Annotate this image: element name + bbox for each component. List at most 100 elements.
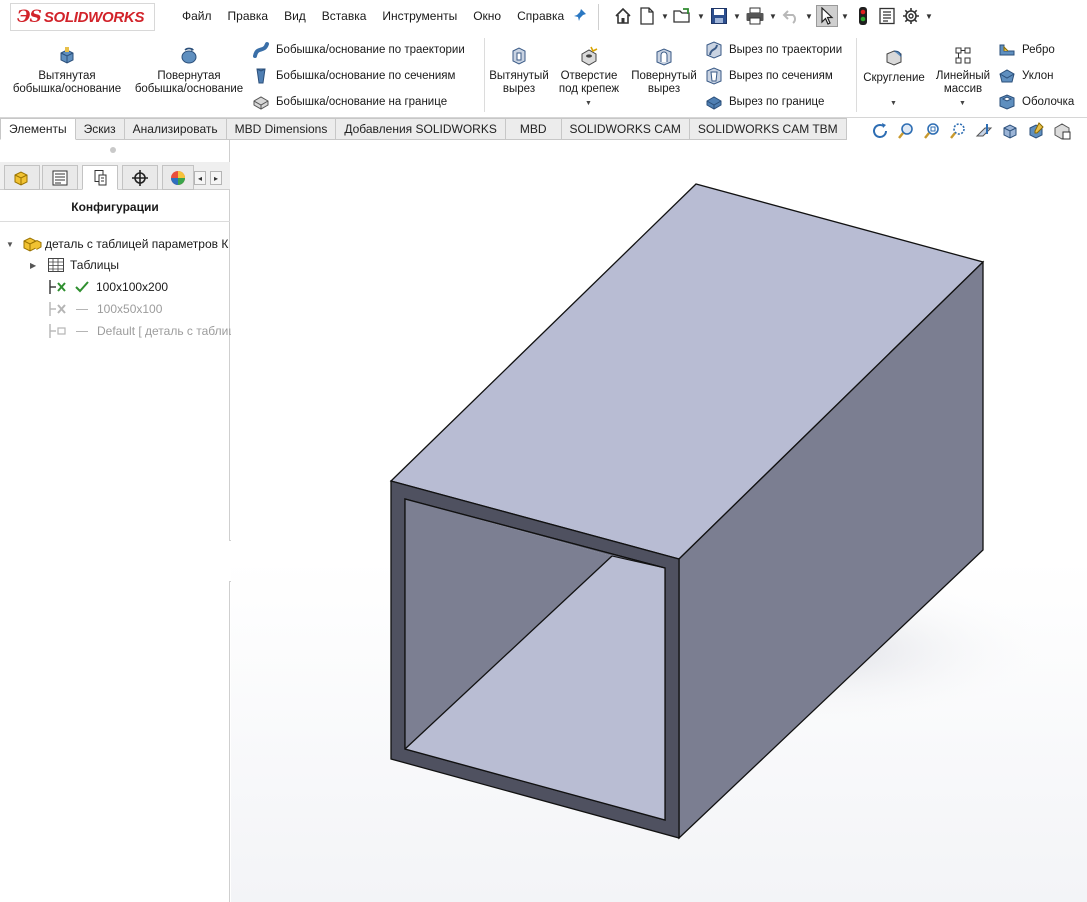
menu-window[interactable]: Окно xyxy=(465,9,509,23)
options-gear-icon[interactable] xyxy=(900,5,922,27)
revolved-cut-button[interactable]: Повернутый вырез xyxy=(628,46,700,96)
lofted-cut-button[interactable]: Вырез по сечениям xyxy=(705,67,833,85)
fillet-button[interactable]: Скругление xyxy=(860,48,928,85)
tab-display-manager[interactable] xyxy=(162,165,194,190)
expand-chevron-right-icon[interactable]: ▶ xyxy=(30,261,40,270)
solidworks-window: ЭS SOLIDWORKS Файл Правка Вид Вставка Ин… xyxy=(0,0,1087,902)
config-row[interactable]: 100x50x100 xyxy=(48,301,162,317)
fillet-label: Скругление xyxy=(863,72,925,84)
menu-help[interactable]: Справка xyxy=(509,9,572,23)
undo-icon[interactable] xyxy=(780,5,802,27)
linear-pattern-button[interactable]: Линейный массив xyxy=(930,46,996,96)
swept-cut-button[interactable]: Вырез по траектории xyxy=(705,41,842,59)
menu-edit[interactable]: Правка xyxy=(220,9,277,23)
logo-text: SOLIDWORKS xyxy=(43,8,145,26)
hole-wizard-icon xyxy=(581,46,598,66)
tab-evaluate[interactable]: Анализировать xyxy=(124,118,227,140)
lofted-boss-button[interactable]: Бобышка/основание по сечениям xyxy=(252,67,455,85)
tab-mbd[interactable]: MBD xyxy=(505,118,562,140)
menu-insert[interactable]: Вставка xyxy=(314,9,375,23)
tab-solidworks-cam[interactable]: SOLIDWORKS CAM xyxy=(561,118,690,140)
config-row-active[interactable]: 100x100x200 xyxy=(48,279,168,295)
boundary-cut-button[interactable]: Вырез по границе xyxy=(705,93,824,111)
configuration-manager-panel: ◂ ▸ Конфигурации ▼ деталь с таблицей пар… xyxy=(0,140,235,902)
section-view-icon[interactable] xyxy=(974,121,993,140)
undo-dropdown-chevron-down-icon[interactable]: ▼ xyxy=(804,12,814,21)
rib-label: Ребро xyxy=(1022,44,1055,56)
select-icon[interactable] xyxy=(816,5,838,27)
tabs-scroll-left-icon[interactable]: ◂ xyxy=(194,171,206,185)
extruded-cut-button[interactable]: Вытянутый вырез xyxy=(488,46,550,96)
dimxpert-icon xyxy=(132,169,148,186)
revolved-boss-button[interactable]: Повернутая бобышка/основание xyxy=(130,46,248,96)
new-dropdown-chevron-down-icon[interactable]: ▼ xyxy=(660,12,670,21)
tab-solidworks-addins[interactable]: Добавления SOLIDWORKS xyxy=(336,118,506,140)
fillet-chevron-down-icon[interactable]: ▼ xyxy=(890,100,897,107)
panel-grip[interactable] xyxy=(110,147,116,153)
rectangular-tube-model[interactable] xyxy=(231,140,1087,902)
file-properties-icon[interactable] xyxy=(876,5,898,27)
zoom-to-fit-icon[interactable] xyxy=(896,121,915,140)
rotate-view-icon[interactable] xyxy=(870,121,889,140)
property-manager-icon xyxy=(52,170,68,185)
divider xyxy=(0,221,230,222)
linear-pattern-icon xyxy=(955,47,971,64)
home-icon[interactable] xyxy=(612,5,634,27)
save-icon[interactable] xyxy=(708,5,730,27)
swept-boss-label: Бобышка/основание по траектории xyxy=(276,44,465,56)
display-style-icon[interactable] xyxy=(1026,121,1045,140)
tab-mbd-dimensions[interactable]: MBD Dimensions xyxy=(226,118,337,140)
draft-button[interactable]: Уклон xyxy=(998,67,1054,85)
lofted-boss-label: Бобышка/основание по сечениям xyxy=(276,70,456,82)
boundary-boss-label: Бобышка/основание на границе xyxy=(276,96,448,108)
main-menu: Файл Правка Вид Вставка Инструменты Окно… xyxy=(174,9,572,23)
tab-property-manager[interactable] xyxy=(42,165,78,190)
tab-configuration-manager[interactable] xyxy=(82,165,118,190)
hole-wizard-label-2: под крепеж xyxy=(558,83,620,95)
draft-icon xyxy=(999,69,1015,83)
extruded-boss-button[interactable]: Вытянутая бобышка/основание xyxy=(8,46,126,96)
open-icon[interactable] xyxy=(672,5,694,27)
revolved-cut-icon xyxy=(656,48,672,66)
tree-root[interactable]: ▼ деталь с таблицей параметров К xyxy=(6,235,228,253)
hole-wizard-chevron-down-icon[interactable]: ▼ xyxy=(585,100,592,107)
hide-show-items-icon[interactable] xyxy=(1052,121,1071,140)
menu-file[interactable]: Файл xyxy=(174,9,220,23)
traffic-light-icon[interactable] xyxy=(852,5,874,27)
expand-chevron-down-icon[interactable]: ▼ xyxy=(6,240,16,249)
solidworks-logo[interactable]: ЭS SOLIDWORKS xyxy=(10,3,155,31)
config-row[interactable]: Default [ деталь с таблиц xyxy=(48,323,235,339)
new-document-icon[interactable] xyxy=(636,5,658,27)
menu-view[interactable]: Вид xyxy=(276,9,314,23)
print-icon[interactable] xyxy=(744,5,766,27)
view-orientation-icon[interactable] xyxy=(1000,121,1019,140)
tab-solidworks-cam-tbm[interactable]: SOLIDWORKS CAM TBM xyxy=(689,118,847,140)
hole-wizard-button[interactable]: Отверстие под крепеж xyxy=(553,46,625,96)
swept-boss-button[interactable]: Бобышка/основание по траектории xyxy=(252,41,465,59)
tab-dimxpert-manager[interactable] xyxy=(122,165,158,190)
inactive-dash-icon xyxy=(76,308,88,310)
menu-tools[interactable]: Инструменты xyxy=(374,9,465,23)
tab-sketch[interactable]: Эскиз xyxy=(75,118,125,140)
tree-item-tables[interactable]: ▶ Таблицы xyxy=(30,257,119,273)
zoom-to-area-icon[interactable] xyxy=(922,121,941,140)
save-dropdown-chevron-down-icon[interactable]: ▼ xyxy=(732,12,742,21)
print-dropdown-chevron-down-icon[interactable]: ▼ xyxy=(768,12,778,21)
tabs-scroll-right-icon[interactable]: ▸ xyxy=(210,171,222,185)
linear-pattern-label-1: Линейный xyxy=(935,70,991,82)
previous-view-icon[interactable] xyxy=(948,121,967,140)
title-bar: ЭS SOLIDWORKS Файл Правка Вид Вставка Ин… xyxy=(0,0,1087,34)
graphics-area[interactable] xyxy=(231,140,1087,902)
pin-menu-icon[interactable] xyxy=(573,8,587,25)
select-dropdown-chevron-down-icon[interactable]: ▼ xyxy=(840,12,850,21)
options-dropdown-chevron-down-icon[interactable]: ▼ xyxy=(924,12,934,21)
shell-button[interactable]: Оболочка xyxy=(998,93,1074,111)
tab-feature-manager[interactable] xyxy=(4,165,40,190)
command-manager-tabs: Элементы Эскиз Анализировать MBD Dimensi… xyxy=(0,118,847,140)
boundary-boss-button[interactable]: Бобышка/основание на границе xyxy=(252,93,447,111)
tab-features[interactable]: Элементы xyxy=(0,118,76,140)
open-dropdown-chevron-down-icon[interactable]: ▼ xyxy=(696,12,706,21)
linear-pattern-chevron-down-icon[interactable]: ▼ xyxy=(959,100,966,107)
part-icon xyxy=(23,237,42,252)
rib-button[interactable]: Ребро xyxy=(998,41,1055,59)
